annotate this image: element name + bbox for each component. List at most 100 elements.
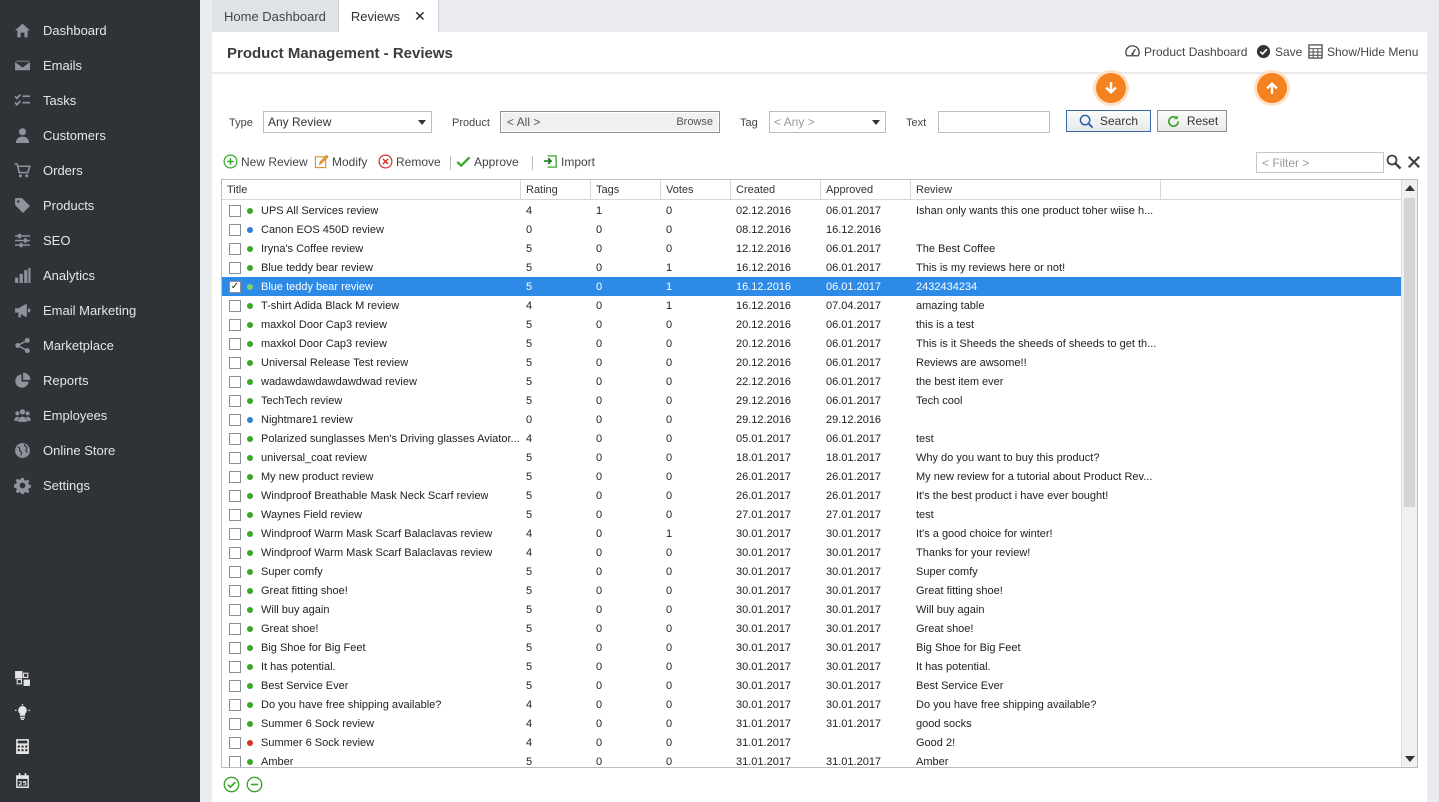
row-checkbox[interactable] [229,394,241,407]
browse-button[interactable]: Browse [676,116,713,128]
row-checkbox[interactable] [229,717,241,730]
row-checkbox[interactable] [229,736,241,749]
sidebar-item-employees[interactable]: Employees [0,398,200,433]
sidebar-item-customers[interactable]: Customers [0,118,200,153]
sidebar-item-settings[interactable]: Settings [0,468,200,503]
type-select[interactable]: Any Review [263,111,432,133]
row-checkbox[interactable] [229,432,241,445]
vertical-scrollbar[interactable] [1401,180,1417,767]
table-row[interactable]: Canon EOS 450D review 0 0 0 08.12.2016 16.12.… [222,220,1402,239]
table-row[interactable]: Windproof Warm Mask Scarf Balaclavas rev… [222,543,1402,562]
table-row[interactable]: Big Shoe for Big Feet 5 0 0 30.01.2017 30.01.… [222,638,1402,657]
row-checkbox[interactable] [229,603,241,616]
sidebar-item-email-marketing[interactable]: Email Marketing [0,293,200,328]
column-header-votes[interactable]: Votes [661,180,731,199]
sidebar-item-seo[interactable]: SEO [0,223,200,258]
save-button[interactable]: Save [1256,44,1302,59]
row-checkbox[interactable] [229,375,241,388]
calendar-icon[interactable]: 25 [12,770,32,790]
row-checkbox[interactable] [229,679,241,692]
row-checkbox[interactable] [229,622,241,635]
scroll-up-button[interactable] [1257,73,1287,103]
table-row[interactable]: T-shirt Adida Black M review 4 0 1 16.12.201… [222,296,1402,315]
row-checkbox[interactable] [229,660,241,673]
row-checkbox[interactable] [229,698,241,711]
table-row[interactable]: maxkol Door Cap3 review 5 0 0 20.12.2016 06.0… [222,315,1402,334]
product-dashboard-button[interactable]: Product Dashboard [1125,44,1247,59]
row-checkbox[interactable] [229,489,241,502]
table-row[interactable]: Polarized sunglasses Men's Driving glass… [222,429,1402,448]
tag-select[interactable]: < Any > [769,111,886,133]
import-button[interactable]: Import [543,154,595,169]
sidebar-item-dashboard[interactable]: Dashboard [0,13,200,48]
sidebar-item-emails[interactable]: Emails [0,48,200,83]
row-checkbox[interactable] [229,261,241,274]
row-checkbox[interactable] [229,565,241,578]
table-row[interactable]: universal_coat review 5 0 0 18.01.2017 18.01.… [222,448,1402,467]
row-checkbox[interactable] [229,223,241,236]
table-row[interactable]: Blue teddy bear review 5 0 1 16.12.2016 06.01… [222,258,1402,277]
search-button[interactable]: Search [1066,110,1151,132]
sidebar-item-reports[interactable]: Reports [0,363,200,398]
grid-filter-input[interactable]: < Filter > [1256,152,1384,173]
row-checkbox[interactable] [229,470,241,483]
deselect-all-icon[interactable] [246,776,263,793]
table-row[interactable]: Summer 6 Sock review 4 0 0 31.01.2017 Good 2! [222,733,1402,752]
approve-button[interactable]: Approve [456,154,519,169]
windows-icon[interactable] [12,668,32,688]
row-checkbox[interactable] [229,356,241,369]
table-row[interactable]: Great fitting shoe! 5 0 0 30.01.2017 30.01.20… [222,581,1402,600]
table-row[interactable]: Will buy again 5 0 0 30.01.2017 30.01.2017 Wil… [222,600,1402,619]
row-checkbox[interactable] [229,641,241,654]
scroll-up-arrow-icon[interactable] [1405,185,1415,191]
text-input[interactable] [938,111,1050,133]
table-row[interactable]: It has potential. 5 0 0 30.01.2017 30.01.2017… [222,657,1402,676]
scrollbar-thumb[interactable] [1404,198,1415,507]
table-row[interactable]: Summer 6 Sock review 4 0 0 31.01.2017 31.01.2… [222,714,1402,733]
table-row[interactable]: Universal Release Test review 5 0 0 20.12.20… [222,353,1402,372]
row-checkbox[interactable] [229,204,241,217]
sidebar-item-orders[interactable]: Orders [0,153,200,188]
table-row[interactable]: Great shoe! 5 0 0 30.01.2017 30.01.2017 Great … [222,619,1402,638]
row-checkbox[interactable] [229,299,241,312]
select-all-check-icon[interactable] [223,776,240,793]
tab-home-dashboard[interactable]: Home Dashboard [212,0,339,32]
table-row[interactable]: Waynes Field review 5 0 0 27.01.2017 27.01.20… [222,505,1402,524]
table-row[interactable]: maxkol Door Cap3 review 5 0 0 20.12.2016 06.0… [222,334,1402,353]
table-row[interactable]: Super comfy 5 0 0 30.01.2017 30.01.2017 Super … [222,562,1402,581]
table-row[interactable]: UPS All Services review 4 1 0 02.12.2016 06.0… [222,201,1402,220]
column-header-review[interactable]: Review [911,180,1161,199]
table-row[interactable]: My new product review 5 0 0 26.01.2017 26.01.… [222,467,1402,486]
lightbulb-icon[interactable] [12,702,32,722]
row-checkbox[interactable] [229,242,241,255]
table-row[interactable]: Iryna's Coffee review 5 0 0 12.12.2016 06.01.… [222,239,1402,258]
row-checkbox[interactable] [229,527,241,540]
row-checkbox[interactable] [229,413,241,426]
table-row[interactable]: TechTech review 5 0 0 29.12.2016 06.01.2017 Te… [222,391,1402,410]
table-row[interactable]: Nightmare1 review 0 0 0 29.12.2016 29.12.2016 [222,410,1402,429]
table-row[interactable]: Amber 5 0 0 31.01.2017 31.01.2017 Amber [222,752,1402,767]
row-checkbox[interactable] [229,755,241,767]
sidebar-item-analytics[interactable]: Analytics [0,258,200,293]
column-header-rating[interactable]: Rating [521,180,591,199]
close-icon[interactable]: ✕ [414,8,426,25]
reset-button[interactable]: Reset [1157,110,1227,132]
column-header-created[interactable]: Created [731,180,821,199]
table-row[interactable]: Windproof Warm Mask Scarf Balaclavas rev… [222,524,1402,543]
column-header-tags[interactable]: Tags [591,180,661,199]
clear-filter-icon[interactable] [1407,155,1421,169]
row-checkbox[interactable] [229,337,241,350]
row-checkbox[interactable] [229,318,241,331]
new-review-button[interactable]: New Review [223,154,308,169]
table-row[interactable]: Do you have free shipping available? 4 0 0 3… [222,695,1402,714]
sidebar-item-marketplace[interactable]: Marketplace [0,328,200,363]
table-row[interactable]: ✓ Blue teddy bear review 5 0 1 16.12.2016 06.0… [222,277,1402,296]
scroll-down-arrow-icon[interactable] [1405,756,1415,762]
remove-button[interactable]: Remove [378,154,441,169]
product-browse-field[interactable]: < All > Browse [500,111,720,133]
row-checkbox[interactable] [229,451,241,464]
row-checkbox[interactable] [229,508,241,521]
column-header-title[interactable]: Title [222,180,521,199]
sidebar-item-online-store[interactable]: Online Store [0,433,200,468]
table-row[interactable]: wadawdawdawdawdwad review 5 0 0 22.12.2016 06… [222,372,1402,391]
